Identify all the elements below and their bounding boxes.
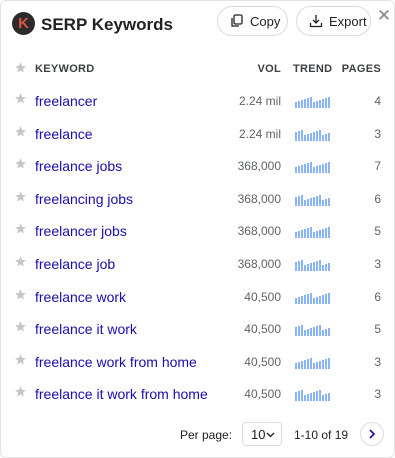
keyword-link[interactable]: freelance it work — [35, 321, 137, 337]
trend-sparkline — [295, 128, 331, 141]
volume-value: 40,500 — [244, 387, 281, 402]
export-label: Export — [329, 13, 367, 29]
star-icon[interactable] — [14, 222, 27, 235]
next-page-button[interactable] — [360, 422, 384, 446]
keyword-link[interactable]: freelance work from home — [35, 354, 197, 370]
volume-value: 2.24 mil — [238, 94, 281, 108]
serp-keywords-panel: K SERP Keywords Copy Export ✕ KEYWORD VO… — [0, 0, 395, 458]
trend-sparkline — [295, 291, 331, 304]
pages-count: 4 — [374, 94, 381, 108]
star-icon[interactable] — [14, 288, 27, 301]
export-icon — [309, 15, 323, 28]
volume-value: 368,000 — [237, 191, 281, 206]
export-button[interactable]: Export — [296, 6, 371, 36]
per-page-label: Per page: — [180, 428, 233, 442]
table-row: freelance it work 40,500 5 — [1, 312, 394, 345]
table-row: freelancing jobs 368,000 6 — [1, 182, 394, 215]
volume-value: 368,000 — [237, 224, 281, 239]
star-icon[interactable] — [14, 125, 27, 138]
star-icon[interactable] — [14, 353, 27, 366]
pages-count: 6 — [374, 191, 381, 206]
keyword-link[interactable]: freelancing jobs — [35, 191, 133, 207]
pages-count: 3 — [374, 256, 381, 271]
keyword-link[interactable]: freelance jobs — [35, 158, 122, 174]
star-icon[interactable] — [14, 255, 27, 268]
panel-header: K SERP Keywords Copy Export ✕ — [1, 1, 394, 47]
keyword-link[interactable]: freelance — [35, 126, 93, 142]
volume-value: 2.24 mil — [238, 126, 281, 141]
column-header-trend: TREND — [293, 63, 333, 75]
table-row: freelancer jobs 368,000 5 — [1, 214, 394, 247]
trend-sparkline — [295, 95, 331, 108]
copy-button[interactable]: Copy — [217, 6, 288, 36]
star-icon[interactable] — [14, 61, 27, 74]
keyword-link[interactable]: freelance job — [35, 256, 115, 272]
table-row: freelancer 2.24 mil 4 — [1, 84, 394, 117]
keywords-everywhere-logo: K — [12, 12, 35, 35]
trend-sparkline — [295, 356, 331, 369]
keyword-link[interactable]: freelance work — [35, 289, 126, 305]
table-row: freelance 2.24 mil 3 — [1, 117, 394, 150]
table-row: freelance job 368,000 3 — [1, 247, 394, 280]
trend-sparkline — [295, 388, 331, 402]
logo-letter: K — [18, 15, 29, 32]
column-header-pages: PAGES — [341, 63, 381, 75]
pages-count: 5 — [374, 322, 381, 337]
pagination: Per page: 10 1-10 of 19 — [1, 419, 394, 449]
copy-label: Copy — [250, 13, 281, 29]
per-page-select[interactable]: 10 — [242, 422, 282, 446]
chevron-right-icon — [369, 429, 376, 439]
volume-value: 368,000 — [237, 159, 281, 174]
volume-value: 40,500 — [244, 322, 281, 337]
pages-count: 3 — [374, 126, 381, 141]
column-header-keyword: KEYWORD — [35, 63, 95, 75]
keyword-link[interactable]: freelance it work from home — [35, 386, 208, 402]
panel-title: SERP Keywords — [41, 15, 173, 34]
copy-icon — [231, 14, 243, 27]
close-icon[interactable]: ✕ — [376, 7, 392, 25]
trend-sparkline — [295, 225, 331, 239]
volume-value: 40,500 — [244, 289, 281, 304]
trend-sparkline — [295, 193, 331, 206]
table-header: KEYWORD VOL TREND PAGES — [1, 59, 394, 79]
pages-count: 3 — [374, 354, 381, 369]
star-icon[interactable] — [14, 157, 27, 170]
page-range: 1-10 of 19 — [294, 428, 349, 442]
volume-value: 368,000 — [237, 256, 281, 271]
table-row: freelance it work from home 40,500 3 — [1, 377, 394, 410]
table-row: freelance work from home 40,500 3 — [1, 345, 394, 378]
table-row: freelance work 40,500 6 — [1, 280, 394, 313]
per-page-value: 10 — [251, 426, 266, 442]
star-icon[interactable] — [14, 190, 27, 203]
keyword-list: freelancer 2.24 mil 4 freelance 2.24 mil 3 fre… — [1, 84, 394, 410]
pages-count: 5 — [374, 224, 381, 239]
star-icon[interactable] — [14, 320, 27, 333]
star-icon[interactable] — [14, 385, 27, 398]
keyword-link[interactable]: freelancer — [35, 93, 97, 109]
star-icon[interactable] — [14, 92, 27, 105]
trend-sparkline — [295, 323, 331, 337]
pages-count: 7 — [374, 159, 381, 174]
table-row: freelance jobs 368,000 7 — [1, 149, 394, 182]
chevron-down-icon — [266, 432, 275, 438]
trend-sparkline — [295, 160, 331, 174]
trend-sparkline — [295, 258, 331, 271]
pages-count: 6 — [374, 289, 381, 304]
volume-value: 40,500 — [244, 354, 281, 369]
pages-count: 3 — [374, 387, 381, 402]
keyword-link[interactable]: freelancer jobs — [35, 223, 127, 239]
column-header-vol: VOL — [257, 63, 281, 75]
